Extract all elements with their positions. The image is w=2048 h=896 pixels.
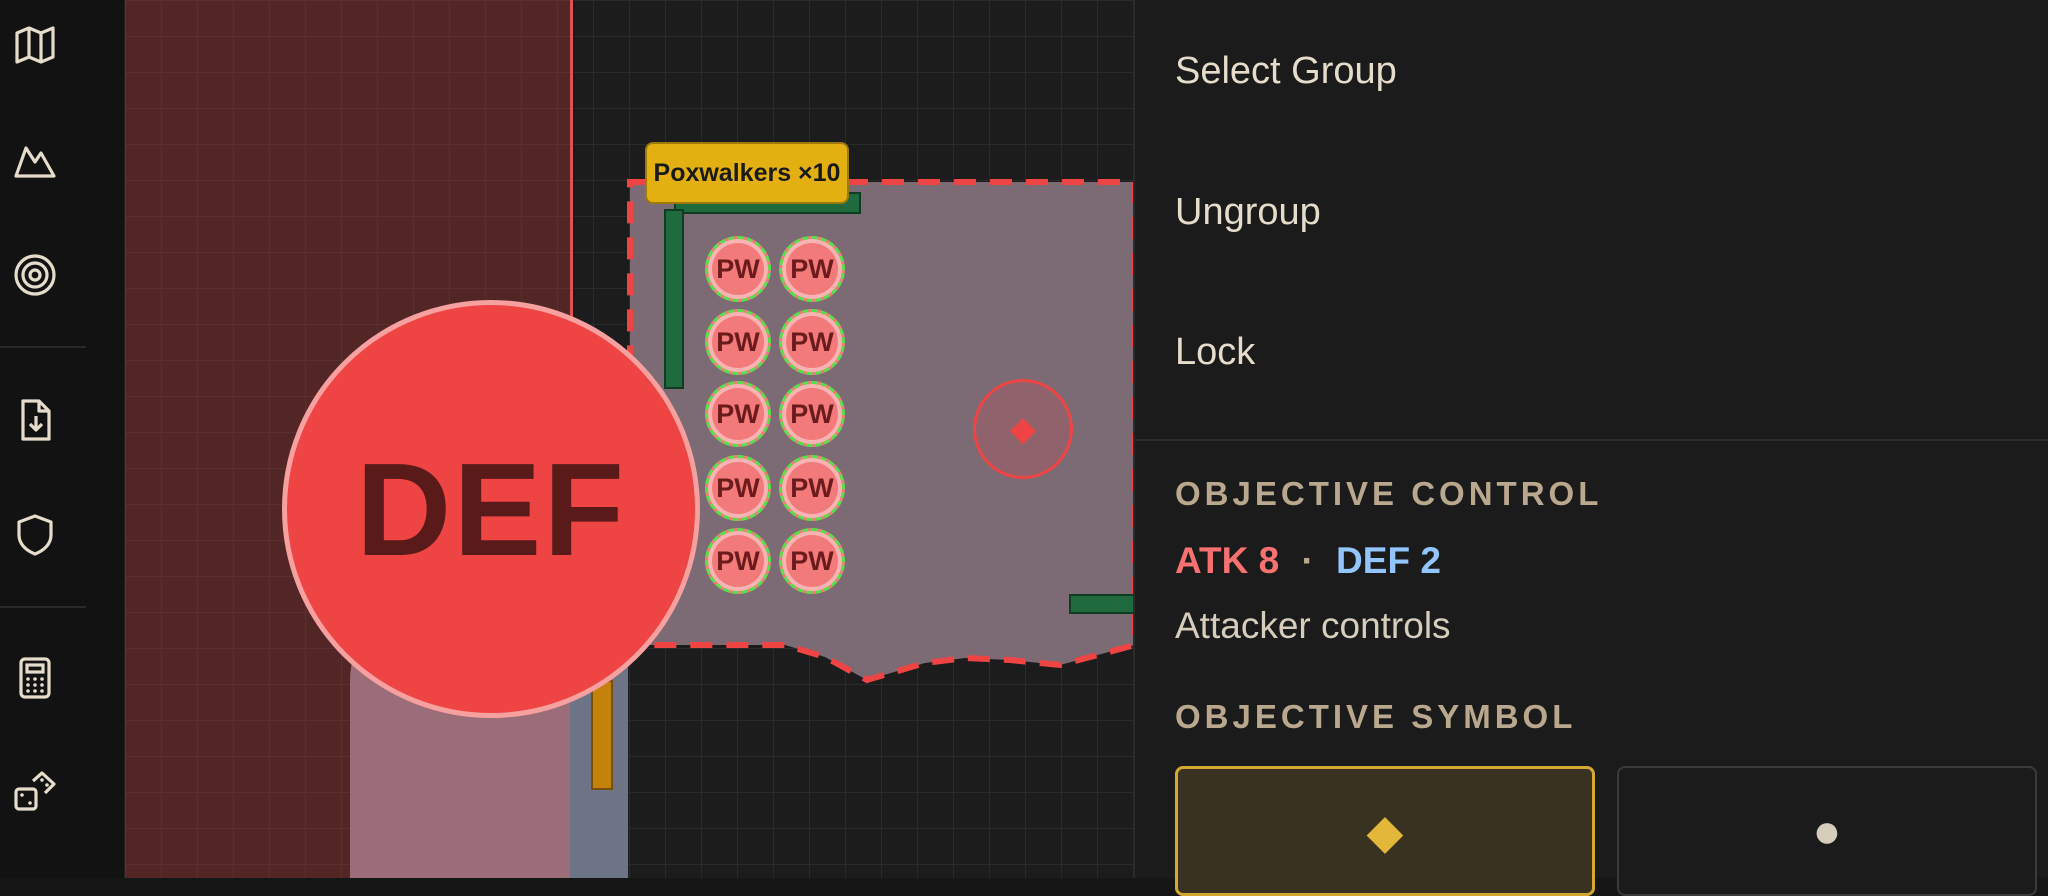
symbol-option-diamond[interactable]: ◆: [1175, 766, 1595, 896]
sidebar-divider: [0, 346, 86, 348]
pw-token[interactable]: PW: [779, 236, 845, 302]
token-label: PW: [790, 472, 834, 503]
diamond-icon: ◆: [1366, 806, 1404, 859]
pw-token[interactable]: PW: [779, 381, 845, 447]
context-panel: Select Group Ungroup Lock OBJECTIVE CONT…: [1133, 0, 2048, 896]
calculator-icon: [19, 657, 51, 699]
pw-token[interactable]: PW: [705, 528, 771, 594]
shield-icon: [17, 514, 53, 556]
token-label: PW: [716, 326, 760, 357]
sidebar-divider: [0, 606, 86, 608]
token-label: PW: [716, 545, 760, 576]
pw-token[interactable]: PW: [705, 455, 771, 521]
pw-token[interactable]: PW: [779, 309, 845, 375]
objective-diamond-icon: ◆: [1009, 410, 1037, 448]
objective-symbol-title: OBJECTIVE SYMBOL: [1175, 698, 1577, 735]
faction-button[interactable]: [0, 500, 70, 570]
dice-button[interactable]: [0, 758, 70, 828]
pw-token[interactable]: PW: [779, 528, 845, 594]
map-canvas[interactable]: ◆ Poxwalkers ×10 PW PW PW PW PW PW PW PW…: [125, 0, 1133, 878]
pw-token[interactable]: PW: [779, 455, 845, 521]
dice-icon: [14, 771, 56, 811]
def-score: DEF 2: [1336, 540, 1441, 581]
pw-token[interactable]: PW: [705, 309, 771, 375]
pw-token[interactable]: PW: [705, 236, 771, 302]
objective-button[interactable]: [0, 240, 70, 310]
def-marker[interactable]: DEF: [282, 300, 700, 718]
panel-divider: [1135, 439, 2048, 441]
control-status: Attacker controls: [1175, 605, 1451, 646]
def-marker-label: DEF: [356, 435, 626, 583]
terrain-icon: [14, 146, 56, 178]
import-button[interactable]: [0, 385, 70, 455]
sidebar: [0, 0, 125, 878]
map-icon: [15, 26, 55, 64]
unit-label: Poxwalkers ×10: [645, 142, 849, 204]
calculator-button[interactable]: [0, 643, 70, 713]
menu-lock[interactable]: Lock: [1175, 331, 1255, 374]
token-label: PW: [790, 326, 834, 357]
token-label: PW: [716, 253, 760, 284]
target-icon: [14, 254, 56, 296]
circle-icon: ●: [1812, 805, 1842, 858]
token-label: PW: [790, 398, 834, 429]
objective-control-title: OBJECTIVE CONTROL: [1175, 475, 1603, 512]
symbol-option-circle[interactable]: ●: [1617, 766, 2037, 896]
token-label: PW: [716, 398, 760, 429]
menu-ungroup[interactable]: Ungroup: [1175, 191, 1321, 234]
score-separator: ·: [1301, 540, 1314, 581]
map-button[interactable]: [0, 10, 70, 80]
terrain-button[interactable]: [0, 125, 70, 195]
token-label: PW: [790, 253, 834, 284]
atk-score: ATK 8: [1175, 540, 1280, 581]
control-score: ATK 8 · DEF 2: [1175, 540, 1441, 582]
pw-token[interactable]: PW: [705, 381, 771, 447]
objective-marker[interactable]: ◆: [973, 379, 1073, 479]
import-file-icon: [21, 399, 51, 441]
token-label: PW: [790, 545, 834, 576]
token-label: PW: [716, 472, 760, 503]
menu-select-group[interactable]: Select Group: [1175, 50, 1397, 93]
